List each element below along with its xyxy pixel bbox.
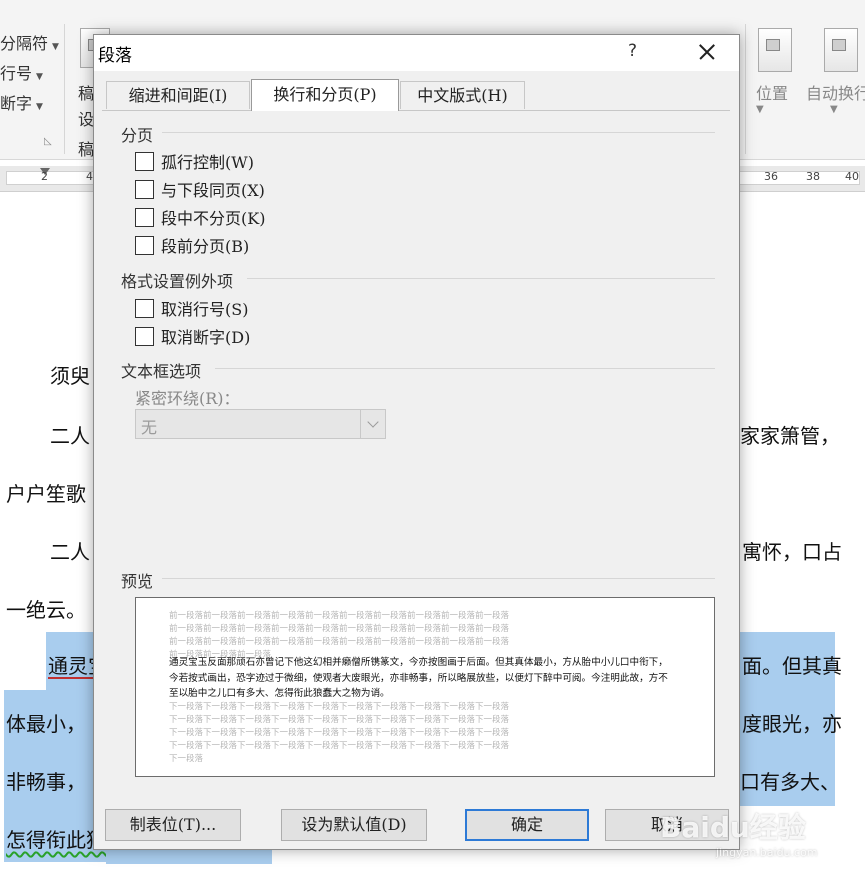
ok-button[interactable]: 确定	[465, 809, 589, 841]
dont-hyphenate-option[interactable]: 取消断字(D)	[135, 326, 251, 347]
ruler-number: 40	[845, 170, 859, 183]
chevron-down-icon: ▼	[756, 104, 764, 115]
doc-text-line: 口有多大、	[740, 770, 840, 794]
tabs-button[interactable]: 制表位(T)...	[105, 809, 241, 841]
keep-lines-together-label: 段中不分页(K)	[161, 209, 266, 228]
preview-prev-line: 前一段落前一段落前一段落前一段落前一段落前一段落前一段落前一段落前一段落前一段落	[169, 637, 510, 647]
page-break-before-option[interactable]: 段前分页(B)	[135, 235, 250, 256]
baidu-watermark: Baidu经验	[660, 811, 806, 844]
preview-prev-line: 前一段落前一段落前一段落前一段落前一段落前一段落前一段落前一段落前一段落前一段落	[169, 624, 510, 634]
doc-text-line: 怎得衔此狼	[6, 828, 106, 852]
set-as-default-button[interactable]: 设为默认值(D)	[281, 809, 427, 841]
preview-current-paragraph: 通灵宝玉反面那顽石亦曾记下他这幻相并癞僧所镌篆文，今亦按图画于后面。但其真体最小…	[169, 657, 668, 700]
dont-hyphenate-checkbox[interactable]	[135, 326, 154, 346]
draft-button-label-1: 稿	[78, 84, 95, 103]
widow-control-label: 孤行控制(W)	[161, 153, 254, 172]
section-pagination: 分页	[121, 126, 154, 145]
doc-text-line: 寓怀，口占	[742, 540, 842, 564]
keep-lines-together-option[interactable]: 段中不分页(K)	[135, 207, 266, 228]
ruler-number: 36	[764, 170, 778, 183]
doc-text-line: 户户笙歌	[6, 482, 86, 506]
breaks-menu[interactable]: 分隔符 ▼	[0, 30, 59, 54]
keep-with-next-checkbox[interactable]	[135, 179, 154, 199]
section-textbox-options: 文本框选项	[121, 362, 202, 381]
wrap-text-button[interactable]: 自动换行	[806, 80, 865, 104]
doc-text-line: 须臾	[50, 364, 90, 388]
close-icon[interactable]	[694, 37, 720, 67]
widow-control-checkbox[interactable]	[135, 151, 154, 171]
wrap-text-icon[interactable]	[824, 28, 858, 72]
suppress-line-numbers-checkbox[interactable]	[135, 298, 154, 318]
position-icon[interactable]	[758, 28, 792, 72]
section-divider	[247, 278, 715, 279]
keep-with-next-label: 与下段同页(X)	[161, 181, 265, 200]
group-label: 稿	[78, 140, 95, 159]
ruler-number: 38	[806, 170, 820, 183]
doc-text-line: 二人	[50, 540, 90, 564]
preview-next-line: 下一段落下一段落下一段落下一段落下一段落下一段落下一段落下一段落下一段落下一段落	[169, 715, 510, 725]
doc-text-line: 体最小，	[6, 712, 86, 736]
dialog-launcher-icon[interactable]: ◺	[44, 136, 52, 147]
chevron-down-icon: ▼	[36, 102, 43, 112]
doc-text-line: 家家箫管，	[740, 424, 840, 448]
suppress-line-numbers-label: 取消行号(S)	[161, 300, 249, 319]
tab-panel-border	[102, 110, 730, 111]
tight-wrap-select: 无	[135, 409, 386, 439]
section-preview: 预览	[121, 572, 154, 591]
dialog-title: 段落	[98, 46, 132, 66]
section-formatting-exceptions: 格式设置例外项	[121, 272, 234, 291]
chevron-down-icon	[360, 410, 385, 438]
doc-text-line: 面。但其真	[742, 654, 842, 678]
dialog-titlebar[interactable]: 段落 ?	[94, 35, 739, 71]
preview-pane: 前一段落前一段落前一段落前一段落前一段落前一段落前一段落前一段落前一段落前一段落…	[135, 597, 715, 777]
preview-next-line: 下一段落	[169, 754, 204, 764]
page-break-before-label: 段前分页(B)	[161, 237, 250, 256]
widow-control-option[interactable]: 孤行控制(W)	[135, 151, 254, 172]
ruler-number: 4	[86, 170, 93, 183]
tight-wrap-value: 无	[141, 418, 158, 437]
preview-next-line: 下一段落下一段落下一段落下一段落下一段落下一段落下一段落下一段落下一段落下一段落	[169, 728, 510, 738]
draft-button-label-2: 设	[78, 110, 95, 129]
keep-lines-together-checkbox[interactable]	[135, 207, 154, 227]
tab-asian-typography[interactable]: 中文版式(H)	[400, 81, 525, 109]
tab-indents-spacing[interactable]: 缩进和间距(I)	[106, 81, 250, 109]
preview-next-line: 下一段落下一段落下一段落下一段落下一段落下一段落下一段落下一段落下一段落下一段落	[169, 702, 510, 712]
position-button[interactable]: 位置	[756, 80, 788, 104]
page-break-before-checkbox[interactable]	[135, 235, 154, 255]
paragraph-dialog: 段落 ? 缩进和间距(I) 换行和分页(P) 中文版式(H) 分页 孤行控制(W…	[93, 34, 740, 850]
doc-text-line: 度眼光，亦	[742, 712, 842, 736]
section-divider	[162, 578, 715, 579]
dont-hyphenate-label: 取消断字(D)	[161, 328, 251, 347]
hyphenation-menu[interactable]: 断字 ▼	[0, 90, 43, 114]
section-divider	[215, 368, 715, 369]
line-numbers-menu[interactable]: 行号 ▼	[0, 60, 43, 84]
preview-prev-line: 前一段落前一段落前一段落前一段落前一段落前一段落前一段落前一段落前一段落前一段落	[169, 611, 510, 621]
doc-text-line: 一绝云。	[6, 598, 86, 622]
chevron-down-icon: ▼	[36, 72, 43, 82]
baidu-watermark-url: jingyan.baidu.com	[716, 846, 818, 859]
ribbon-separator	[745, 24, 746, 154]
chevron-down-icon: ▼	[830, 104, 838, 115]
tight-wrap-label: 紧密环绕(R)：	[135, 389, 240, 408]
tab-line-page-breaks[interactable]: 换行和分页(P)	[251, 79, 399, 111]
keep-with-next-option[interactable]: 与下段同页(X)	[135, 179, 265, 200]
section-divider	[162, 132, 715, 133]
help-button[interactable]: ?	[628, 41, 637, 61]
ruler-number: 2	[41, 170, 48, 183]
preview-next-line: 下一段落下一段落下一段落下一段落下一段落下一段落下一段落下一段落下一段落下一段落	[169, 741, 510, 751]
suppress-line-numbers-option[interactable]: 取消行号(S)	[135, 298, 249, 319]
chevron-down-icon: ▼	[52, 42, 59, 52]
ribbon-separator	[64, 24, 65, 154]
doc-text-line: 二人	[50, 424, 90, 448]
doc-text-line: 非畅事，	[6, 770, 86, 794]
